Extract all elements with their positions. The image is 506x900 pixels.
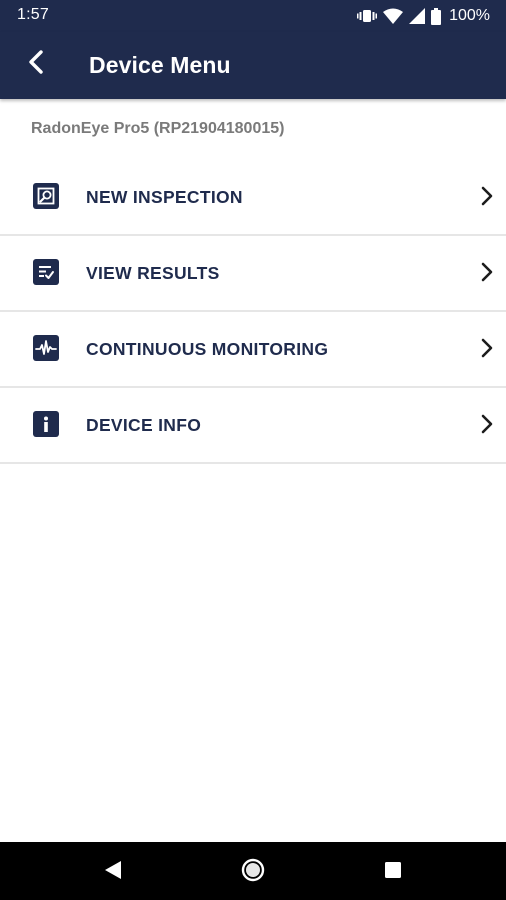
- info-icon: [33, 411, 59, 437]
- wifi-icon: [383, 8, 404, 24]
- chevron-right-icon: [480, 261, 494, 283]
- menu-item-label: VIEW RESULTS: [86, 263, 220, 283]
- page-title: Device Menu: [89, 52, 231, 78]
- nav-home-button[interactable]: [240, 858, 266, 887]
- results-list-icon: [33, 259, 59, 285]
- app-bar: Device Menu: [0, 32, 506, 99]
- chevron-right-icon: [480, 185, 494, 207]
- status-bar: 1:57 100%: [0, 0, 506, 32]
- home-circle-icon: [241, 858, 265, 887]
- back-button[interactable]: [18, 46, 54, 82]
- battery-icon: [431, 7, 442, 25]
- menu-item-label: NEW INSPECTION: [86, 187, 243, 207]
- navigation-bar: [0, 842, 506, 900]
- waveform-icon: [33, 335, 59, 361]
- device-name: RadonEye Pro5 (RP21904180015): [31, 120, 285, 137]
- status-icons: 100%: [357, 6, 490, 26]
- menu-item-new-inspection[interactable]: NEW INSPECTION: [0, 160, 506, 236]
- chevron-right-icon: [480, 337, 494, 359]
- vibrate-icon: [357, 9, 378, 23]
- menu-item-label: DEVICE INFO: [86, 415, 202, 435]
- menu-item-label: CONTINUOUS MONITORING: [86, 339, 329, 359]
- signal-icon: [409, 8, 426, 24]
- nav-back-button[interactable]: [100, 859, 126, 885]
- menu-item-device-info[interactable]: DEVICE INFO: [0, 388, 506, 464]
- back-triangle-icon: [103, 859, 123, 886]
- recents-square-icon: [383, 860, 403, 885]
- menu-list: NEW INSPECTION VIEW RESULTS CONTINUOUS M…: [0, 160, 506, 464]
- chevron-right-icon: [480, 413, 494, 435]
- menu-item-view-results[interactable]: VIEW RESULTS: [0, 236, 506, 312]
- chevron-left-icon: [28, 49, 44, 79]
- battery-percentage: 100%: [449, 7, 490, 24]
- search-document-icon: [33, 183, 59, 209]
- nav-recents-button[interactable]: [380, 859, 406, 885]
- menu-item-continuous-monitoring[interactable]: CONTINUOUS MONITORING: [0, 312, 506, 388]
- status-time: 1:57: [17, 6, 49, 23]
